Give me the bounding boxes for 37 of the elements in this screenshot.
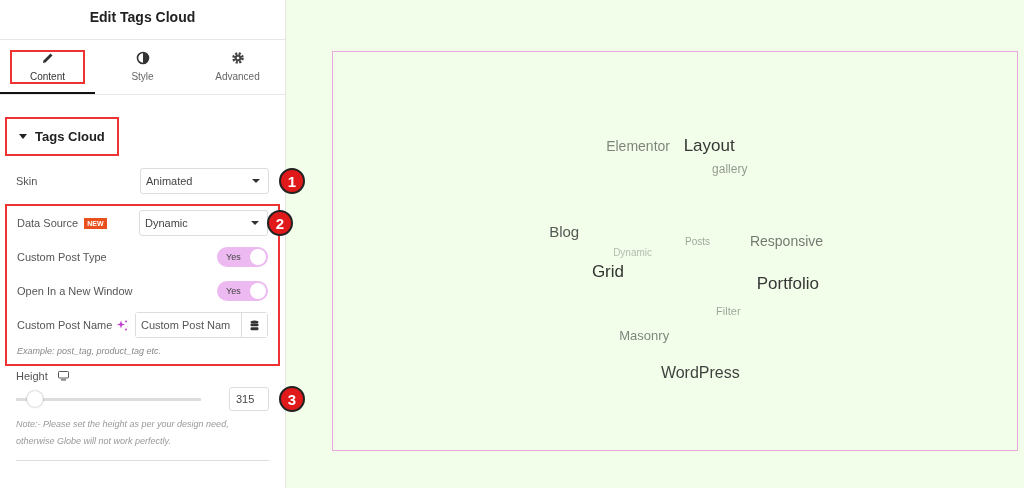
tab[interactable]: Style <box>95 40 190 94</box>
tag-link[interactable]: Portfolio <box>756 273 820 294</box>
data-source-select[interactable]: Dynamic <box>139 210 268 236</box>
tag-link[interactable]: Layout <box>683 136 735 157</box>
field-label: Custom Post Type <box>17 251 107 263</box>
toggle-switch[interactable]: Yes <box>217 247 268 267</box>
height-field[interactable]: 315 <box>229 387 269 411</box>
field-label: Custom Post Name <box>17 319 113 331</box>
dynamic-tags-button[interactable] <box>241 313 267 337</box>
tag-link[interactable]: Grid <box>591 262 624 283</box>
field-label: Open In a New Window <box>17 285 133 297</box>
contrast-icon <box>135 50 150 65</box>
gear-icon <box>230 50 245 65</box>
tab[interactable]: Advanced <box>190 40 285 94</box>
database-icon <box>250 319 259 331</box>
tag-link[interactable]: WordPress <box>660 364 740 383</box>
tag-link[interactable]: Elementor <box>606 137 670 154</box>
hint-text: Example: post_tag, product_tag etc. <box>17 346 163 356</box>
tag-link[interactable]: Masonry <box>619 327 670 343</box>
toggle-switch[interactable]: Yes <box>217 281 268 301</box>
step-number: 1 <box>279 168 305 194</box>
slider-handle[interactable] <box>26 391 43 407</box>
step-number: 2 <box>267 210 293 236</box>
note-text: Note:- Please set the height as per your design need, otherwise Globe will not work perfectly. <box>16 418 230 449</box>
tag-link[interactable]: Blog <box>549 222 580 240</box>
sparkle-icon <box>117 319 129 331</box>
custom-post-name-field[interactable]: Custom Post Nam <box>135 312 268 338</box>
skin-select[interactable]: Animated <box>140 168 269 194</box>
field-label: Height <box>16 370 48 382</box>
panel-title: Edit Tags Cloud <box>89 8 196 25</box>
desktop-icon <box>57 371 69 381</box>
tab[interactable]: Content <box>0 40 95 94</box>
section-header[interactable]: Tags Cloud <box>5 117 119 156</box>
field-label: Data Source <box>17 217 79 229</box>
tag-link[interactable]: Responsive <box>749 232 824 249</box>
field-label: Skin <box>16 175 38 187</box>
step-number: 3 <box>279 386 305 412</box>
